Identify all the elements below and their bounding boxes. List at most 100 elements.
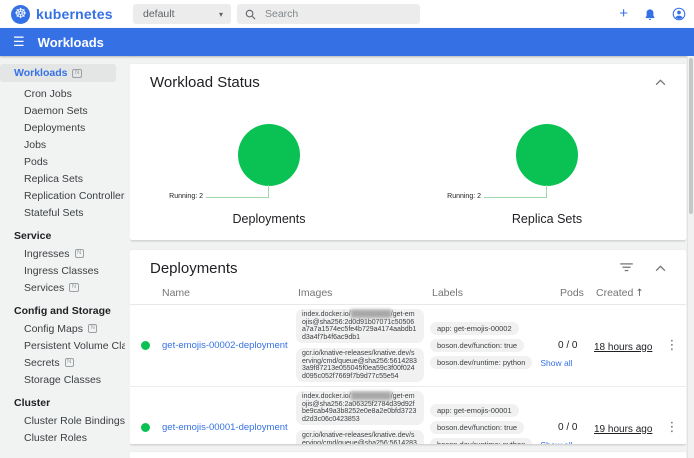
pie-callout-line — [484, 185, 547, 198]
pods-cell: 0 / 0 — [558, 340, 594, 351]
sidebar-item-cron-jobs[interactable]: Cron Jobs — [0, 85, 125, 102]
collapse-chevron-up-icon[interactable] — [655, 259, 666, 277]
table-row: get-emojis-00001-deployment index.docker… — [130, 387, 686, 444]
top-header: ☸ kubernetes default ▾ + — [0, 0, 694, 28]
sidebar-item-workloads[interactable]: Workloads N — [0, 64, 116, 82]
sidebar-item-config-maps[interactable]: Config Maps N — [0, 320, 125, 337]
image-text: gcr.io/knative-releases/knative.dev/serv… — [302, 432, 417, 444]
table-row: get-emojis-00002-deployment index.docker… — [130, 305, 686, 387]
workload-status-card: Workload Status Running: 2 Deployments R… — [130, 64, 686, 240]
deployment-link[interactable]: get-emojis-00001-deployment — [160, 422, 296, 433]
replica-sets-pie-chart — [516, 124, 578, 186]
label-chip: app: get-emojis-00002 — [430, 322, 519, 335]
sidebar-item-label: Storage Classes — [24, 374, 101, 386]
namespace-selected-value: default — [143, 8, 175, 20]
next-card-partial — [130, 452, 686, 458]
pie-callout-line — [206, 185, 269, 198]
top-actions: + — [619, 0, 686, 28]
label-chip: boson.dev/runtime: python — [430, 438, 532, 444]
sidebar-item-deployments[interactable]: Deployments — [0, 119, 125, 136]
row-kebab-menu-button[interactable]: ⋮ — [658, 338, 686, 353]
sidebar-item-label: Cluster Roles — [24, 432, 87, 444]
filter-icon[interactable] — [620, 259, 633, 277]
images-cell: index.docker.io/█████████/get-emojis@sha… — [296, 309, 430, 382]
sidebar-item-label: Jobs — [24, 139, 46, 151]
sidebar-item-cluster-roles[interactable]: Cluster Roles — [0, 429, 125, 446]
sidebar-item-ingresses[interactable]: Ingresses N — [0, 245, 125, 262]
menu-hamburger-icon[interactable]: ☰ — [13, 35, 25, 50]
sidebar-item-cluster-role-bindings[interactable]: Cluster Role Bindings — [0, 412, 125, 429]
pie-segment-label: Running: 2 — [169, 193, 203, 200]
status-running-icon — [141, 423, 150, 432]
show-all-link[interactable]: Show all — [540, 440, 572, 445]
deployments-title: Deployments — [150, 260, 238, 277]
search-icon — [245, 9, 256, 20]
sidebar-item-label: Cron Jobs — [24, 88, 72, 100]
helm-wheel-glyph: ☸ — [14, 6, 27, 22]
brand-name: kubernetes — [36, 6, 113, 22]
kubernetes-logo-icon: ☸ — [11, 5, 30, 24]
sidebar-item-label: Ingress Classes — [24, 265, 99, 277]
pie-segment-label: Running: 2 — [447, 193, 481, 200]
labels-cell: app: get-emojis-00002 boson.dev/function… — [430, 322, 558, 369]
sidebar-item-jobs[interactable]: Jobs — [0, 136, 125, 153]
image-chip: index.docker.io/█████████/get-emojis@sha… — [296, 391, 424, 425]
sidebar-nav: Workloads N Cron Jobs Daemon Sets Deploy… — [0, 56, 125, 458]
show-all-link[interactable]: Show all — [540, 358, 572, 368]
created-value: 18 hours ago — [594, 342, 652, 353]
namespaced-badge-icon: N — [65, 358, 74, 367]
sidebar-item-replication-controllers[interactable]: Replication Controllers — [0, 187, 125, 204]
sidebar-item-label: Replication Controllers — [24, 190, 125, 202]
account-icon[interactable] — [672, 7, 686, 21]
column-pods[interactable]: Pods — [558, 287, 594, 299]
row-kebab-menu-button[interactable]: ⋮ — [658, 420, 686, 435]
created-cell: 19 hours ago — [594, 419, 658, 437]
deployments-pie-chart — [238, 124, 300, 186]
sidebar-item-secrets[interactable]: Secrets N — [0, 354, 125, 371]
status-cell — [130, 423, 160, 432]
image-chip: gcr.io/knative-releases/knative.dev/serv… — [296, 348, 424, 382]
sidebar-item-daemon-sets[interactable]: Daemon Sets — [0, 102, 125, 119]
column-labels[interactable]: Labels — [430, 287, 558, 299]
notifications-bell-icon[interactable] — [644, 8, 656, 21]
chevron-down-icon: ▾ — [219, 10, 223, 19]
sidebar-item-label: Workloads — [14, 67, 67, 79]
sidebar-item-label: Persistent Volume Claims — [24, 340, 125, 352]
sidebar-item-label: Services — [24, 282, 64, 294]
label-chip: boson.dev/function: true — [430, 339, 524, 352]
pie-chart-caption: Replica Sets — [422, 212, 672, 226]
scrollbar-track[interactable] — [687, 56, 694, 458]
namespace-select[interactable]: default ▾ — [133, 4, 231, 24]
created-cell: 18 hours ago — [594, 337, 658, 355]
workload-status-charts: Running: 2 Deployments Running: 2 Replic… — [130, 96, 686, 228]
pods-cell: 0 / 0 — [558, 422, 594, 433]
deployment-link[interactable]: get-emojis-00002-deployment — [160, 340, 296, 351]
image-chip: index.docker.io/█████████/get-emojis@sha… — [296, 309, 424, 343]
sidebar-item-pods[interactable]: Pods — [0, 153, 125, 170]
redacted-text: █████████ — [351, 311, 391, 318]
search-input[interactable] — [265, 8, 405, 20]
namespaced-badge-icon: N — [69, 283, 78, 292]
sidebar-item-ingress-classes[interactable]: Ingress Classes — [0, 262, 125, 279]
sidebar-item-label: Ingresses — [24, 248, 70, 260]
scrollbar-thumb[interactable] — [689, 58, 693, 214]
sidebar-item-label: Daemon Sets — [24, 105, 88, 117]
create-resource-button[interactable]: + — [619, 0, 628, 28]
sidebar-item-stateful-sets[interactable]: Stateful Sets — [0, 204, 125, 221]
workload-status-title: Workload Status — [150, 74, 260, 91]
pie-block-replica-sets: Running: 2 Replica Sets — [422, 124, 672, 228]
column-images[interactable]: Images — [296, 287, 430, 299]
sidebar-item-storage-classes[interactable]: Storage Classes — [0, 371, 125, 388]
collapse-chevron-up-icon[interactable] — [655, 73, 666, 91]
column-name[interactable]: Name — [160, 287, 296, 299]
namespaced-badge-icon: N — [75, 249, 84, 258]
sidebar-item-persistent-volume-claims[interactable]: Persistent Volume Claims N — [0, 337, 125, 354]
sidebar-item-services[interactable]: Services N — [0, 279, 125, 296]
sidebar-section-cluster: Cluster — [0, 395, 125, 412]
sidebar-item-label: Config Maps — [24, 323, 83, 335]
sidebar-section-config-and-storage: Config and Storage — [0, 303, 125, 320]
column-created-sorted[interactable]: Created↑ — [594, 287, 658, 299]
sidebar-item-replica-sets[interactable]: Replica Sets — [0, 170, 125, 187]
main-content: Workload Status Running: 2 Deployments R… — [130, 56, 686, 458]
search-box[interactable] — [237, 4, 420, 24]
